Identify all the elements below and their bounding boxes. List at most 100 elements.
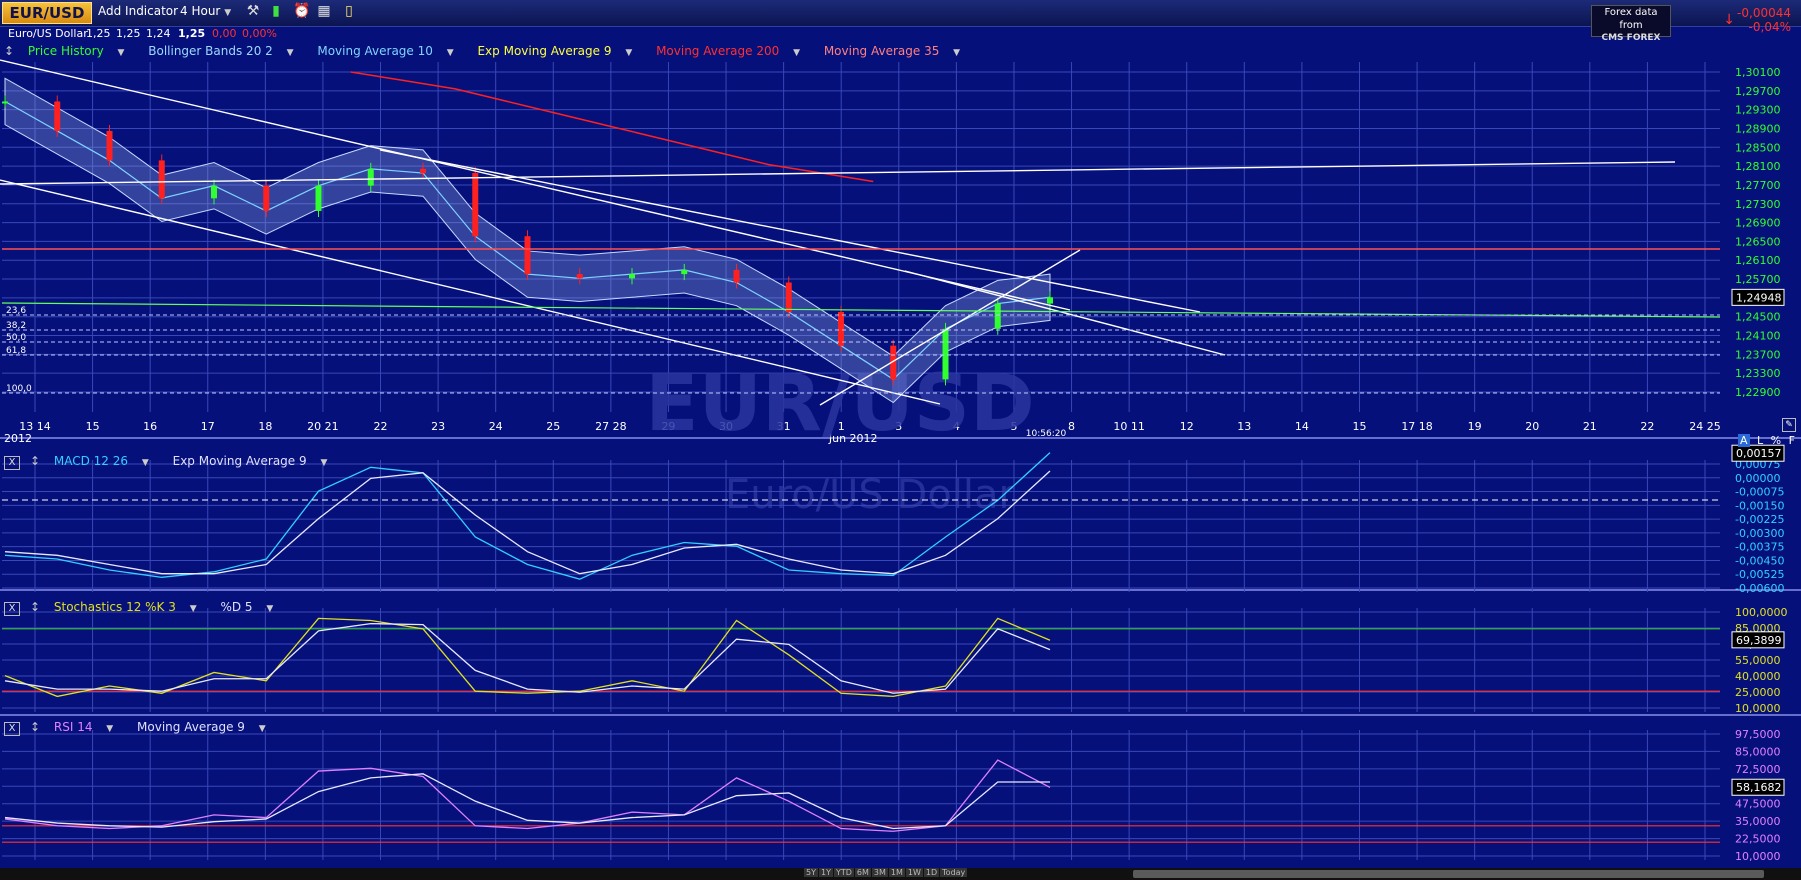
price-axis-label: 1,24500 [1735, 311, 1781, 324]
close-icon[interactable]: X [4, 456, 20, 470]
price-axis-label: 1,23300 [1735, 367, 1781, 380]
sort-handle-icon[interactable]: ↕ [30, 720, 40, 734]
fit-button[interactable]: F [1789, 434, 1795, 447]
x-axis-tick-label: 25 [546, 420, 560, 433]
candle-body [472, 173, 479, 237]
x-axis-tick-label: 17 [201, 420, 215, 433]
candle-body [158, 160, 165, 199]
chart-application: EUR/USD Add Indicator 4 Hour ▼ ⚒ ▮ ⏰ ▦ ▯… [0, 0, 1801, 880]
range-3m[interactable]: 3M [871, 868, 888, 877]
auto-scale-button[interactable]: A [1738, 434, 1750, 447]
macd-legend[interactable]: MACD 12 26 ▼ [54, 454, 159, 468]
rsi-axis-label: 22,5000 [1735, 833, 1781, 846]
price-axis-label: 1,26900 [1735, 217, 1781, 230]
scrollbar-thumb[interactable] [1133, 870, 1764, 878]
macd-axis-label: -0,00225 [1735, 513, 1784, 526]
macd-signal-legend[interactable]: Exp Moving Average 9 ▼ [173, 454, 338, 468]
macd-axis-label: -0,00375 [1735, 541, 1784, 554]
current-price-label: 1,24948 [1736, 291, 1782, 304]
macd-axis-label: -0,00300 [1735, 527, 1784, 540]
stochastics-current-label: 69,3899 [1736, 634, 1782, 647]
price-axis-label: 1,30100 [1735, 66, 1781, 79]
candle-body [994, 303, 1001, 329]
range-1m[interactable]: 1M [888, 868, 905, 877]
range-today[interactable]: Today [940, 868, 968, 877]
macd-axis-label: 0,00000 [1735, 472, 1781, 485]
x-axis-tick-label: 20 21 [307, 420, 339, 433]
chart-canvas[interactable]: 13 14 15 16 17 18 20 21 22 23 24 25 27 28 29 30 31 1 3 4… [0, 0, 1801, 868]
range-1y[interactable]: 1Y [818, 868, 833, 877]
range-6m[interactable]: 6M [854, 868, 871, 877]
x-axis-tick-label: 8 [1068, 420, 1075, 433]
macd-axis-label: -0,00450 [1735, 554, 1784, 567]
percent-scale-button[interactable]: % [1771, 434, 1781, 447]
pencil-icon[interactable]: ✎ [1782, 418, 1796, 432]
chevron-down-icon: ▼ [266, 604, 274, 614]
macd-axis-label: -0,00600 [1735, 582, 1784, 595]
x-axis-tick-label: 22 [374, 420, 388, 433]
candle-body [524, 236, 531, 275]
macd-axis-label: -0,00075 [1735, 486, 1784, 499]
candle-body [367, 168, 374, 186]
price-axis-label: 1,22900 [1735, 386, 1781, 399]
x-axis-tick-label: 20 [1525, 420, 1539, 433]
stochastics-d-legend[interactable]: %D 5 ▼ [220, 600, 283, 614]
stochastics-axis-label: 100,0000 [1735, 606, 1788, 619]
range-buttons: 5Y 1Y YTD 6M 3M 1M 1W 1D Today [804, 868, 968, 880]
candle-body [942, 328, 949, 380]
x-axis-tick-label: 10 11 [1113, 420, 1145, 433]
macd-axis-label: -0,00150 [1735, 499, 1784, 512]
candle-body [785, 282, 792, 312]
stochastics-axis-label: 55,0000 [1735, 654, 1781, 667]
range-ytd[interactable]: YTD [833, 868, 854, 877]
rsi-axis-label: 10,0000 [1735, 850, 1781, 863]
price-axis-label: 1,27700 [1735, 179, 1781, 192]
range-5y[interactable]: 5Y [804, 868, 818, 877]
close-icon[interactable]: X [4, 722, 20, 736]
rsi-ma-legend[interactable]: Moving Average 9 ▼ [137, 720, 276, 734]
fib-level-label: 38,2 [6, 321, 26, 331]
rsi-ma-label: Moving Average 9 [137, 720, 245, 734]
log-scale-button[interactable]: L [1757, 434, 1763, 447]
rsi-axis-label: 72,5000 [1735, 763, 1781, 776]
candle-body [2, 101, 8, 104]
sort-handle-icon[interactable]: ↕ [30, 454, 40, 468]
stochastics-d-label: %D 5 [220, 600, 253, 614]
price-axis-label: 1,29300 [1735, 104, 1781, 117]
stochastics-axis-label: 10,0000 [1735, 702, 1781, 715]
stochastics-label: Stochastics 12 %K 3 [53, 600, 176, 614]
x-axis-tick-label: 27 28 [595, 420, 627, 433]
x-axis-tick-label: 13 [1237, 420, 1251, 433]
chevron-down-icon: ▼ [258, 724, 266, 734]
macd-label: MACD 12 26 [53, 454, 129, 468]
rsi-legend[interactable]: RSI 14 ▼ [54, 720, 123, 734]
rsi-axis-label: 97,5000 [1735, 728, 1781, 741]
x-axis-tick-label: 24 25 [1689, 420, 1721, 433]
axis-mode-tools: A L % F [1738, 434, 1799, 447]
trend-line [0, 161, 1676, 185]
x-axis-year-label: 2012 [4, 432, 32, 445]
horizontal-support-line [1, 302, 1721, 318]
fib-level-label: 61,8 [6, 346, 26, 356]
candle-body [54, 101, 61, 131]
stochastics-pane-header: X ↕ Stochastics 12 %K 3 ▼ %D 5 ▼ [4, 600, 293, 616]
x-axis-tick-label: 12 [1180, 420, 1194, 433]
chevron-down-icon: ▼ [189, 604, 197, 614]
stochastics-legend[interactable]: Stochastics 12 %K 3 ▼ [54, 600, 207, 614]
x-axis-tick-label: 21 [1583, 420, 1597, 433]
close-icon[interactable]: X [4, 602, 20, 616]
x-axis-tick-label: 22 [1640, 420, 1654, 433]
stochastics-axis-label: 40,0000 [1735, 670, 1781, 683]
last-update-timestamp: 10:56:20 [1026, 429, 1067, 439]
x-axis-tick-label: 18 [258, 420, 272, 433]
range-1d[interactable]: 1D [923, 868, 940, 877]
chevron-down-icon: ▼ [106, 724, 114, 734]
candle-body [263, 185, 270, 211]
price-axis-label: 1,28500 [1735, 141, 1781, 154]
sort-handle-icon[interactable]: ↕ [30, 600, 40, 614]
rsi-axis-label: 47,5000 [1735, 798, 1781, 811]
x-axis-tick-label: 15 [86, 420, 100, 433]
rsi-axis-label: 85,0000 [1735, 745, 1781, 758]
chevron-down-icon: ▼ [320, 458, 328, 468]
range-1w[interactable]: 1W [905, 868, 923, 877]
